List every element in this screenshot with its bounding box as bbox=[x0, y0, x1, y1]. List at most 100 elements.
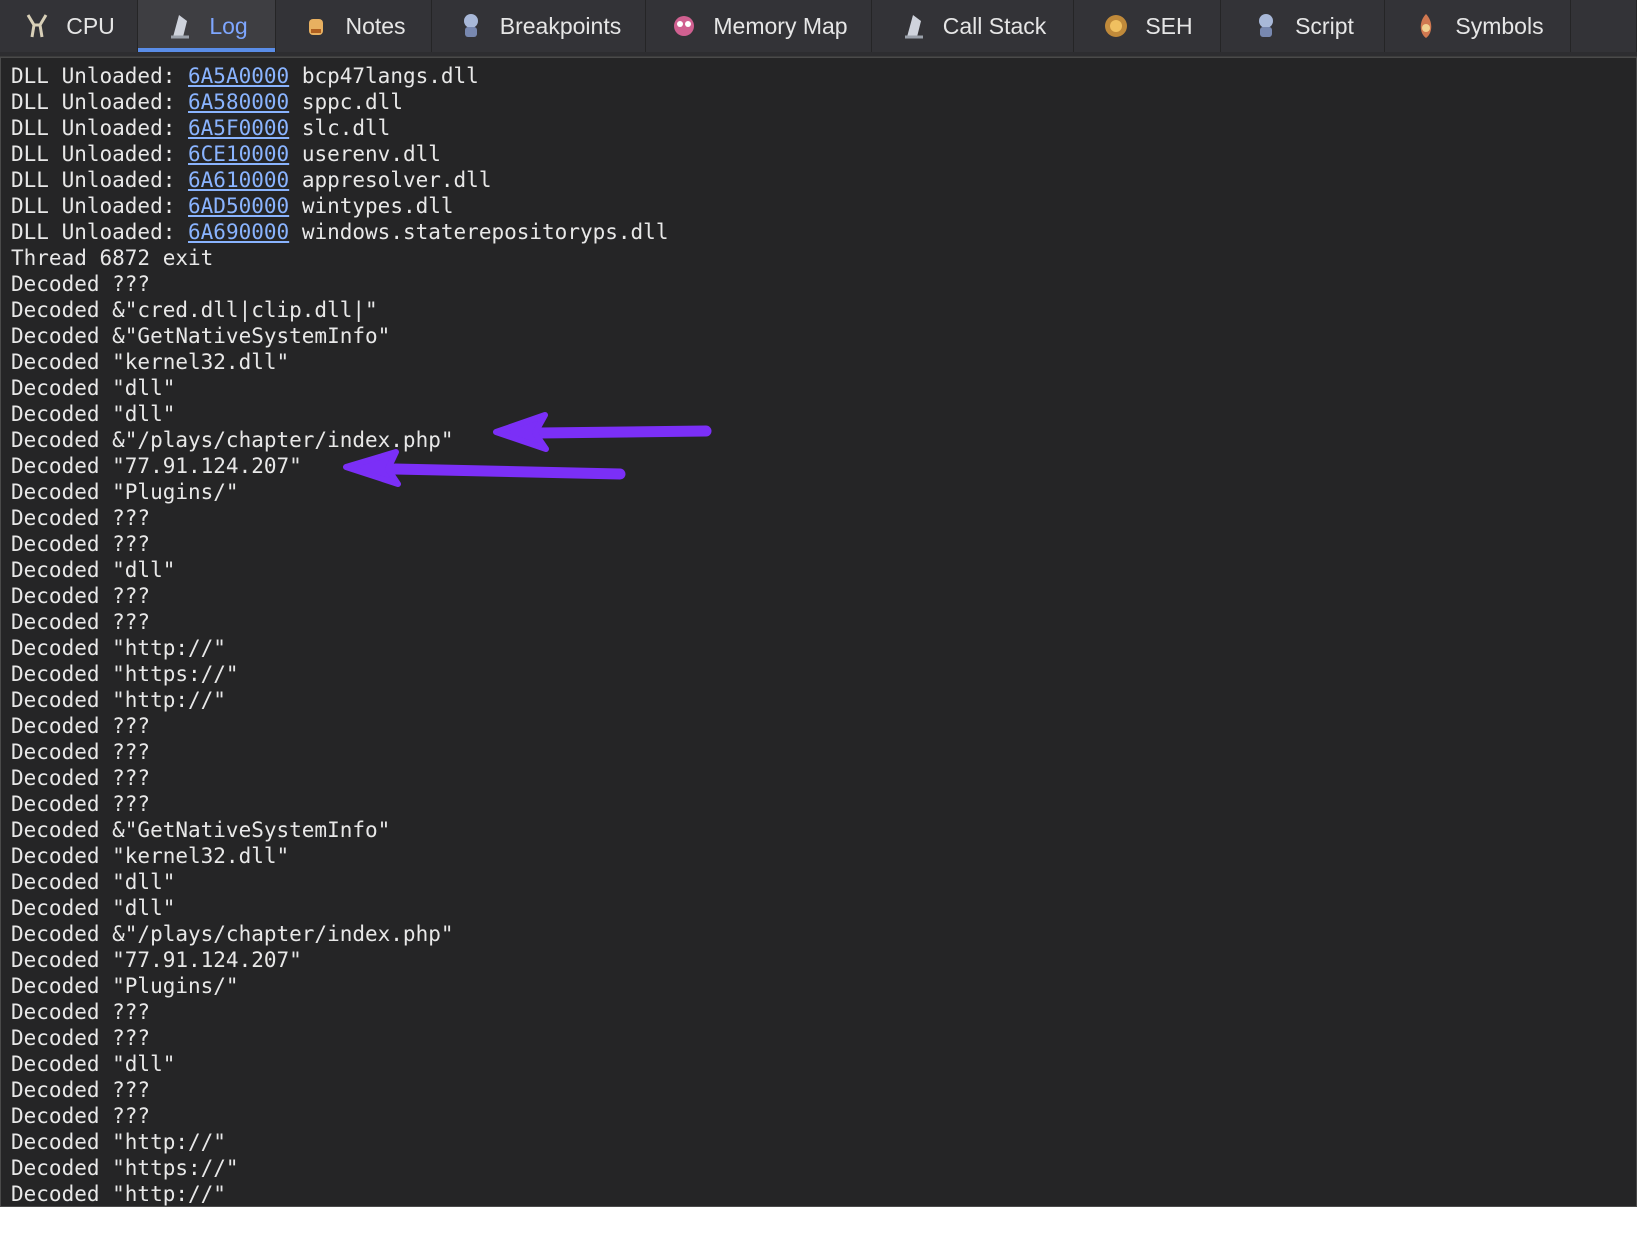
tab-symbols[interactable]: Symbols bbox=[1385, 0, 1571, 52]
log-line-text: Decoded "https://" bbox=[11, 1156, 239, 1180]
log-line: Decoded "kernel32.dll" bbox=[11, 349, 289, 375]
address-link[interactable]: 6A690000 bbox=[188, 220, 289, 244]
tab-breakpoints[interactable]: Breakpoints bbox=[432, 0, 646, 52]
log-line: Thread 6872 exit bbox=[11, 245, 213, 271]
tab-overflow[interactable] bbox=[1571, 0, 1637, 52]
dll-name: slc.dll bbox=[289, 116, 391, 140]
log-line-text: DLL Unloaded: bbox=[11, 64, 189, 88]
log-line-text: Decoded &"/plays/chapter/index.php" bbox=[11, 922, 454, 946]
log-line-text: Decoded ??? bbox=[11, 532, 151, 556]
cpu-icon bbox=[26, 14, 48, 38]
log-line-text: Decoded "http://" bbox=[11, 1182, 226, 1206]
tab-label: SEH bbox=[1145, 12, 1193, 39]
log-line: Decoded ??? bbox=[11, 1025, 150, 1051]
log-line: Decoded "https://" bbox=[11, 661, 239, 687]
log-line-text: Decoded "kernel32.dll" bbox=[11, 844, 290, 868]
log-view[interactable]: DLL Unloaded: 6A5A0000 bcp47langs.dll DLL… bbox=[0, 57, 1637, 1207]
log-line-text: Decoded ??? bbox=[11, 272, 151, 296]
log-line-text: DLL Unloaded: bbox=[11, 168, 189, 192]
log-line: Decoded "Plugins/" bbox=[11, 973, 239, 999]
tab-label: Memory Map bbox=[713, 12, 848, 39]
address-link[interactable]: 6A610000 bbox=[188, 168, 289, 192]
log-line: Decoded "77.91.124.207" bbox=[11, 947, 302, 973]
log-line-text: Decoded ??? bbox=[11, 584, 151, 608]
log-line: Decoded "77.91.124.207" bbox=[11, 453, 302, 479]
log-line: Decoded "http://" bbox=[11, 1129, 226, 1155]
log-line-text: Decoded "http://" bbox=[11, 688, 226, 712]
address-link[interactable]: 6A5F0000 bbox=[188, 116, 289, 140]
log-line: DLL Unloaded: 6CE10000 userenv.dll bbox=[11, 141, 441, 167]
log-line-text: Decoded "kernel32.dll" bbox=[11, 350, 290, 374]
dll-name: sppc.dll bbox=[289, 90, 403, 114]
address-link[interactable]: 6A5A0000 bbox=[188, 64, 289, 88]
log-line-text: Decoded ??? bbox=[11, 1026, 151, 1050]
log-line: Decoded "dll" bbox=[11, 869, 175, 895]
tab-label: Breakpoints bbox=[499, 12, 622, 39]
tab-label: Log bbox=[209, 12, 248, 39]
seh-icon bbox=[1105, 15, 1128, 37]
dll-name: windows.staterepositoryps.dll bbox=[289, 220, 669, 244]
dll-name: userenv.dll bbox=[289, 142, 441, 166]
tab-cpu[interactable]: CPU bbox=[0, 0, 138, 52]
notes-icon bbox=[309, 19, 324, 35]
dll-name: wintypes.dll bbox=[289, 194, 454, 218]
log-line-text: Decoded ??? bbox=[11, 506, 151, 530]
log-line: DLL Unloaded: 6A5A0000 bcp47langs.dll bbox=[11, 63, 479, 89]
log-line: Decoded &"/plays/chapter/index.php" bbox=[11, 921, 454, 947]
script-icon bbox=[1259, 14, 1274, 37]
address-link[interactable]: 6CE10000 bbox=[188, 142, 289, 166]
tab-script[interactable]: Script bbox=[1221, 0, 1385, 52]
log-line: Decoded "http://" bbox=[11, 687, 226, 713]
log-line: Decoded ??? bbox=[11, 583, 150, 609]
log-line: Decoded ??? bbox=[11, 505, 150, 531]
log-line: Decoded ??? bbox=[11, 999, 150, 1025]
log-line-text: Decoded ??? bbox=[11, 1000, 151, 1024]
log-line-text: DLL Unloaded: bbox=[11, 116, 189, 140]
log-line: Decoded "https://" bbox=[11, 1155, 239, 1181]
log-line-text: DLL Unloaded: bbox=[11, 220, 189, 244]
log-line: Decoded "dll" bbox=[11, 557, 175, 583]
log-line-text: Decoded "dll" bbox=[11, 376, 176, 400]
tab-bar: CPU Log Notes Breakpoints Memory Map Cal… bbox=[0, 0, 1637, 57]
log-line: Decoded "Plugins/" bbox=[11, 479, 239, 505]
log-line: Decoded ??? bbox=[11, 531, 150, 557]
tab-call-stack[interactable]: Call Stack bbox=[872, 0, 1074, 52]
log-line-text: DLL Unloaded: bbox=[11, 142, 189, 166]
log-line: DLL Unloaded: 6A580000 sppc.dll bbox=[11, 89, 403, 115]
tab-label: Notes bbox=[345, 12, 406, 39]
tab-log[interactable]: Log bbox=[138, 0, 276, 52]
tab-memory-map[interactable]: Memory Map bbox=[646, 0, 872, 52]
log-line-text: Decoded "http://" bbox=[11, 636, 226, 660]
log-line: Decoded ??? bbox=[11, 739, 150, 765]
log-line: Decoded ??? bbox=[11, 1077, 150, 1103]
log-line-text: Decoded "Plugins/" bbox=[11, 974, 239, 998]
address-link[interactable]: 6AD50000 bbox=[188, 194, 289, 218]
log-line: Decoded ??? bbox=[11, 791, 150, 817]
tab-label: Call Stack bbox=[942, 12, 1047, 39]
tab-notes[interactable]: Notes bbox=[276, 0, 432, 52]
breakpoints-icon bbox=[463, 14, 478, 37]
log-line-text: Decoded "dll" bbox=[11, 870, 176, 894]
log-line: Decoded ??? bbox=[11, 1103, 150, 1129]
log-line-text: Decoded "Plugins/" bbox=[11, 480, 239, 504]
call-stack-icon bbox=[904, 15, 923, 39]
log-line-text: Decoded ??? bbox=[11, 610, 151, 634]
log-line: Decoded ??? bbox=[11, 713, 150, 739]
log-line-text: Decoded "dll" bbox=[11, 558, 176, 582]
log-line-text: Decoded "dll" bbox=[11, 896, 176, 920]
log-line: Decoded ??? bbox=[11, 609, 150, 635]
log-line-text: Decoded "77.91.124.207" bbox=[11, 454, 302, 478]
log-line-text: DLL Unloaded: bbox=[11, 90, 189, 114]
dll-name: appresolver.dll bbox=[289, 168, 492, 192]
log-line-text: Decoded "dll" bbox=[11, 1052, 176, 1076]
log-line: Decoded ??? bbox=[11, 271, 150, 297]
log-line-text: Decoded ??? bbox=[11, 766, 151, 790]
tab-label: Symbols bbox=[1455, 12, 1544, 39]
log-icon bbox=[171, 15, 190, 39]
log-line-text: Decoded &"GetNativeSystemInfo" bbox=[11, 324, 391, 348]
log-line: Decoded &"GetNativeSystemInfo" bbox=[11, 323, 390, 349]
status-bar bbox=[0, 1207, 1637, 1245]
log-line-text: DLL Unloaded: bbox=[11, 194, 189, 218]
address-link[interactable]: 6A580000 bbox=[188, 90, 289, 114]
tab-seh[interactable]: SEH bbox=[1074, 0, 1221, 52]
